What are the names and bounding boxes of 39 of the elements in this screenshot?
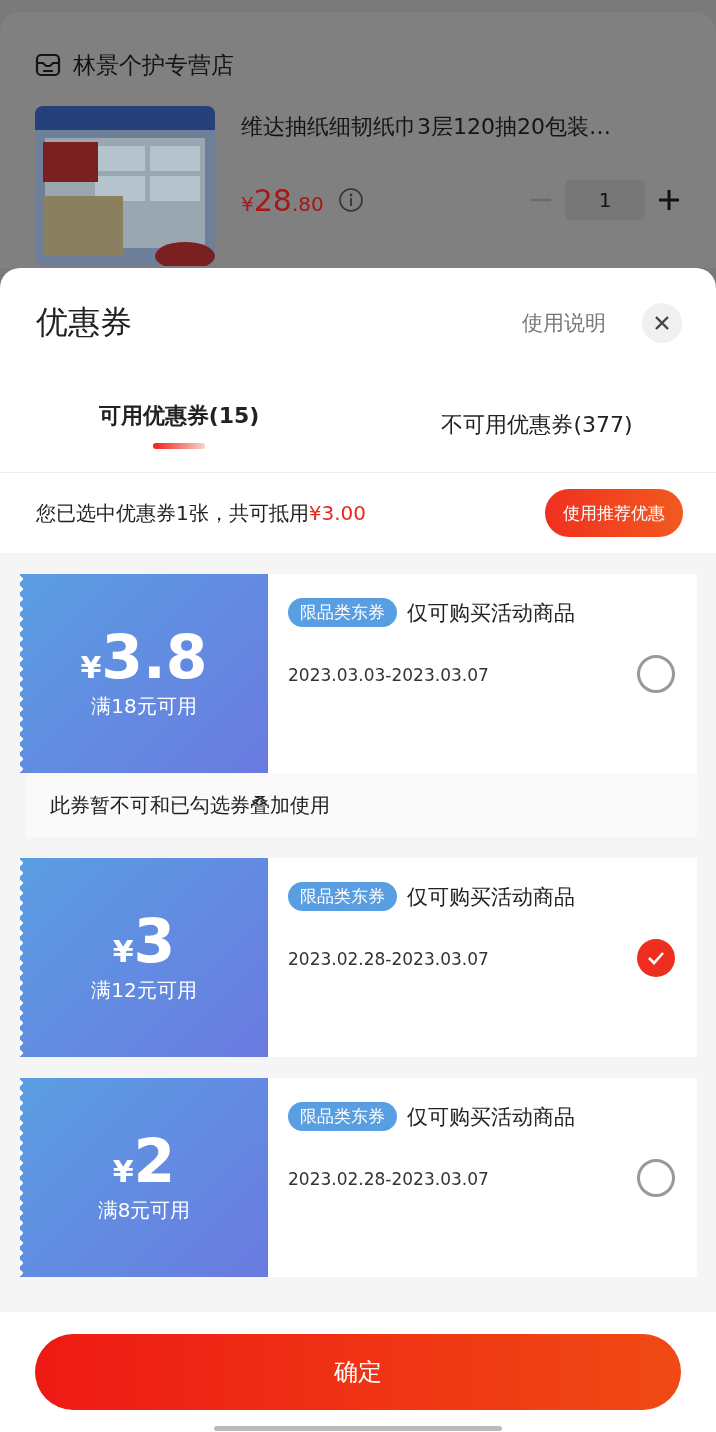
coupon-radio[interactable]: [637, 939, 675, 977]
store-icon: [35, 52, 61, 78]
coupon-condition: 满12元可用: [91, 977, 197, 1004]
sheet-title: 优惠券: [36, 302, 132, 343]
coupon-tag: 限品类东券: [288, 598, 397, 627]
coupon-amount: ¥3: [112, 911, 176, 971]
coupon-tag: 限品类东券: [288, 1102, 397, 1131]
coupon-dates: 2023.02.28-2023.03.07: [288, 1169, 490, 1189]
close-icon[interactable]: [654, 315, 670, 331]
recommend-button[interactable]: 使用推荐优惠: [545, 489, 683, 537]
coupon-scope: 仅可购买活动商品: [407, 599, 575, 627]
coupon-radio[interactable]: [637, 1159, 675, 1197]
confirm-button[interactable]: 确定: [35, 1334, 681, 1410]
product-title[interactable]: 维达抽纸细韧纸巾3层120抽20包装…: [241, 112, 681, 142]
check-icon: [647, 951, 665, 965]
coupon-tab[interactable]: 不可用优惠券(377): [358, 378, 716, 472]
help-link[interactable]: 使用说明: [522, 309, 606, 337]
coupon-amount: ¥3.8: [80, 627, 208, 687]
coupon-dates: 2023.03.03-2023.03.07: [288, 665, 490, 685]
coupon-condition: 满18元可用: [91, 693, 197, 720]
coupon-card[interactable]: ¥2 满8元可用 限品类东券 仅可购买活动商品 2023.02.28-2023.03.07: [20, 1078, 697, 1277]
coupon-card[interactable]: ¥3.8 满18元可用 限品类东券 仅可购买活动商品 2023.03.03-2023.03.07: [20, 574, 697, 773]
note-text: 此券暂不可和已勾选券叠加使用: [50, 791, 330, 819]
coupon-condition: 满8元可用: [97, 1197, 191, 1224]
info-icon[interactable]: [337, 187, 364, 213]
coupon-radio[interactable]: [637, 655, 675, 693]
coupon-card[interactable]: ¥3 满12元可用 限品类东券 仅可购买活动商品 2023.02.28-2023.03.07: [20, 858, 697, 1057]
coupon-amount: ¥2: [112, 1131, 176, 1191]
coupon-dates: 2023.02.28-2023.03.07: [288, 949, 490, 969]
coupon-tab[interactable]: 可用优惠券(15): [0, 378, 358, 472]
quantity-field[interactable]: 1: [565, 180, 645, 220]
close-button[interactable]: [642, 303, 682, 343]
selection-summary: 您已选中优惠券1张，共可抵用¥3.00: [36, 499, 366, 527]
product-price: ¥28.80: [241, 182, 324, 218]
coupon-tag: 限品类东券: [288, 882, 397, 911]
coupon-scope: 仅可购买活动商品: [407, 1103, 575, 1131]
plus-icon[interactable]: [657, 188, 681, 212]
coupon-scope: 仅可购买活动商品: [407, 883, 575, 911]
store-name[interactable]: 林景个护专营店: [73, 49, 234, 81]
